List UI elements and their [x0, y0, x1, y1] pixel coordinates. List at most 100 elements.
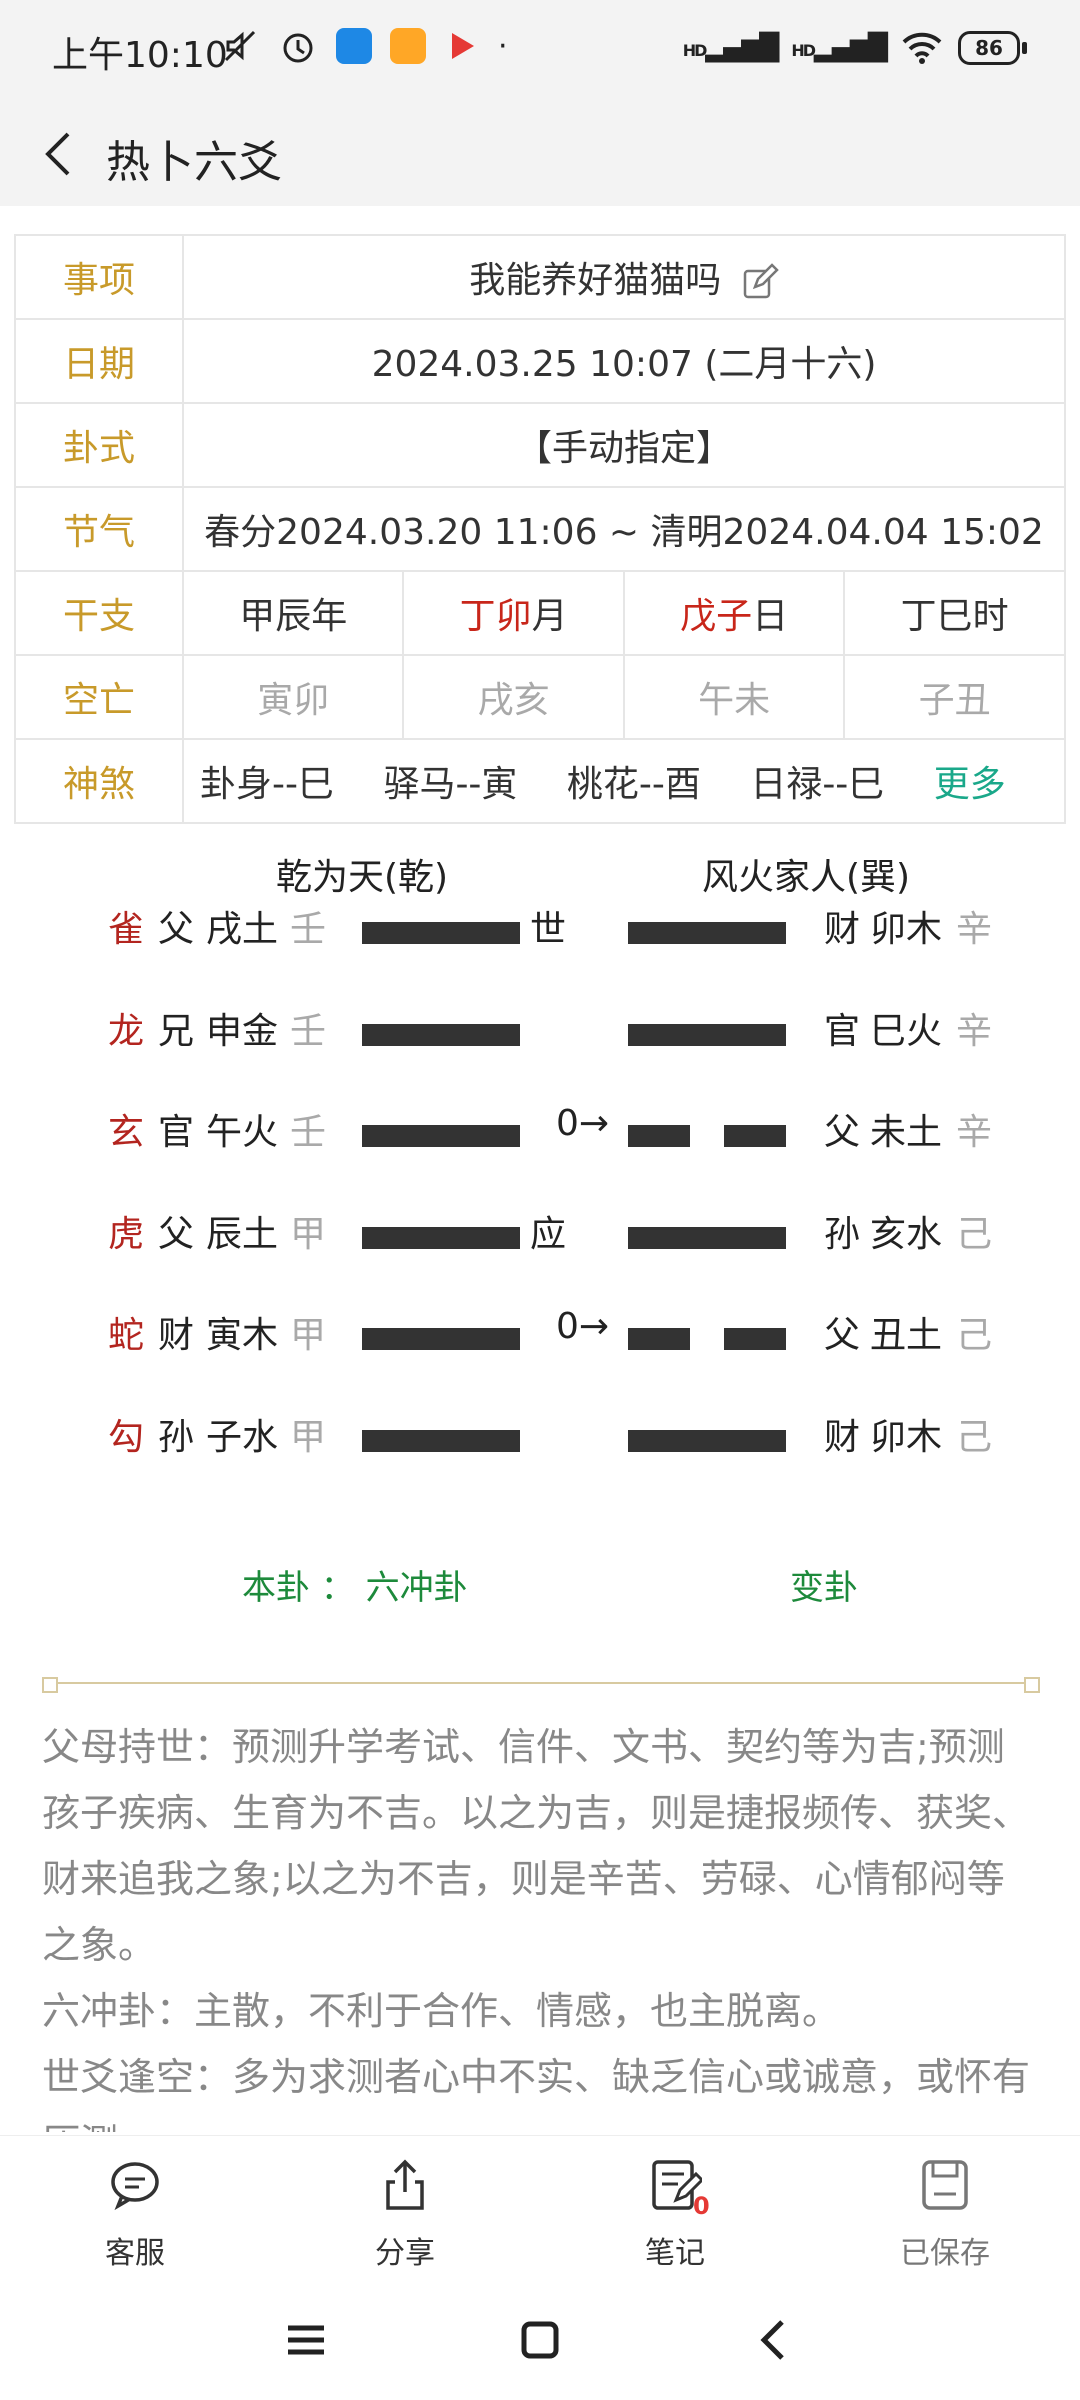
changed-branch: 未土 [870, 1112, 943, 1153]
stem: 甲 [290, 1315, 327, 1356]
method-value: 【手动指定】 [182, 402, 1066, 488]
hexagram-panel: 乾为天(乾) 风火家人(巽) 雀父戌土壬世财卯木辛龙兄申金壬官巳火辛玄官午火壬 0… [0, 820, 1080, 1610]
stem: 甲 [290, 1416, 327, 1458]
six-god: 蛇 [108, 1315, 145, 1356]
date-label: 日期 [14, 318, 184, 404]
service-button[interactable]: 客服 [0, 2136, 270, 2273]
branch: 辰土 [206, 1213, 279, 1255]
row-ganzhi: 干支 甲辰年 丁卯月 戊子日 丁巳时 [14, 570, 1066, 656]
home-icon[interactable] [512, 2312, 568, 2368]
main-yao-bar [362, 1023, 520, 1046]
solar-term-value: 春分2024.03.20 11:06 ~ 清明2024.04.04 15:02 [182, 486, 1066, 572]
branch: 午火 [206, 1112, 279, 1153]
save-icon [922, 2160, 968, 2210]
void-hour: 子丑 [843, 654, 1066, 740]
ganzhi-hour-gz: 丁巳 [900, 596, 973, 637]
shensha-item: 桃花--酉 [566, 764, 701, 805]
saved-button[interactable]: 已保存 [810, 2136, 1080, 2273]
share-icon [386, 2159, 424, 2210]
notes-count-badge: 0 [693, 2192, 710, 2220]
hexagram-line: 虎父辰土甲 应 孙亥水己 [0, 1205, 1080, 1275]
changed-relation: 官 [824, 1010, 861, 1052]
ganzhi-day-gz: 戊子 [680, 596, 753, 637]
status-right: HD▂▄▆█ HD▂▄▆█ 86 [682, 30, 1027, 66]
row-item: 事项 我能养好猫猫吗 [14, 234, 1066, 320]
bottom-toolbar: 客服 分享 0 笔记 已保存 [0, 2135, 1080, 2273]
back-button[interactable] [40, 128, 76, 188]
hexagram-line: 玄官午火壬 0→ 父未土辛 [0, 1103, 1080, 1173]
six-god: 玄 [108, 1112, 145, 1153]
analysis-paragraph: 世爻逢空：多为求测者心中不实、缺乏信心或诚意，或怀有压测 [42, 2055, 1031, 2132]
share-button[interactable]: 分享 [270, 2136, 540, 2273]
ganzhi-month-suffix: 月 [531, 596, 568, 637]
notes-label: 笔记 [645, 2236, 705, 2271]
changed-hexagram-foot: 变卦 [790, 1568, 858, 1608]
changed-hexagram-name: 风火家人(巽) [702, 857, 911, 898]
main-hexagram-name: 乾为天(乾) [276, 857, 449, 898]
six-god: 勾 [108, 1416, 145, 1458]
branch: 申金 [206, 1010, 279, 1052]
void-year: 寅卯 [181, 654, 405, 740]
shensha-values: 卦身--巳 驿马--寅 桃花--酉 日禄--巳 更多 [182, 738, 1066, 824]
changed-yao-bar [724, 1125, 786, 1147]
branch: 戌土 [206, 909, 279, 950]
stem: 壬 [290, 1010, 327, 1052]
ganzhi-day: 戊子日 [622, 570, 846, 656]
analysis-paragraph: 六冲卦：主散，不利于合作、情感，也主脱离。 [42, 1989, 841, 2033]
ganzhi-year: 甲辰年 [181, 570, 405, 656]
main-yao-bar [362, 1328, 520, 1350]
hexagram-line: 蛇财寅木甲 0→ 父丑土己 [0, 1306, 1080, 1376]
branch: 寅木 [206, 1315, 279, 1356]
app-notify-icon-orange [390, 28, 426, 64]
relation: 孙 [158, 1416, 195, 1458]
changed-branch: 丑土 [870, 1315, 943, 1356]
changed-yao-bar [628, 1226, 786, 1249]
ganzhi-label: 干支 [14, 570, 184, 656]
relation: 父 [158, 909, 195, 950]
changed-yao-bar [628, 922, 786, 944]
changed-yao-bar [628, 1023, 786, 1046]
changed-yao-bar [628, 1328, 690, 1350]
changed-relation: 孙 [824, 1213, 861, 1255]
notes-button[interactable]: 0 笔记 [540, 2136, 810, 2273]
saved-label: 已保存 [900, 2236, 990, 2271]
service-label: 客服 [105, 2236, 165, 2271]
ganzhi-month: 丁卯月 [402, 570, 625, 656]
hexagram-line: 龙兄申金壬 官巳火辛 [0, 1002, 1080, 1072]
analysis-paragraph: 父母持世：预测升学考试、信件、文书、契约等为吉;预测孩子疾病、生育为不吉。以之为… [42, 1725, 1031, 1967]
row-method: 卦式 【手动指定】 [14, 402, 1066, 488]
item-value-cell: 我能养好猫猫吗 [182, 234, 1066, 320]
back-nav-icon[interactable] [746, 2312, 802, 2368]
changed-branch: 卯木 [870, 1416, 943, 1458]
yao-mark: 世 [530, 909, 567, 950]
stem: 壬 [290, 1112, 327, 1153]
app-notify-icon-blue [336, 28, 372, 64]
changed-stem: 己 [956, 1416, 993, 1458]
hexagram-line: 勾孙子水甲 财卯木己 [0, 1408, 1080, 1478]
app-header: 热卜六爻 [0, 100, 1080, 206]
changed-yao-bar [628, 1125, 690, 1147]
shensha-more-link[interactable]: 更多 [934, 764, 1006, 805]
stem: 甲 [290, 1213, 327, 1255]
row-solar-term: 节气 春分2024.03.20 11:06 ~ 清明2024.04.04 15:… [14, 486, 1066, 572]
six-god: 龙 [108, 1010, 145, 1052]
stem: 壬 [290, 909, 327, 950]
date-value: 2024.03.25 10:07 (二月十六) [182, 318, 1066, 404]
row-void: 空亡 寅卯 戌亥 午未 子丑 [14, 654, 1066, 740]
yao-mark: 应 [530, 1213, 567, 1255]
battery-indicator: 86 [958, 31, 1027, 65]
edit-icon[interactable] [741, 263, 779, 301]
hexagram-line: 雀父戌土壬 世 财卯木辛 [0, 900, 1080, 970]
ganzhi-year-suffix: 年 [311, 596, 348, 637]
ganzhi-year-gz: 甲辰 [239, 596, 312, 637]
changed-relation: 财 [824, 1416, 861, 1458]
menu-icon[interactable] [278, 2312, 334, 2368]
ganzhi-hour-suffix: 时 [972, 596, 1009, 637]
ganzhi-hour: 丁巳时 [843, 570, 1066, 656]
relation: 父 [158, 1213, 195, 1255]
main-hexagram-foot: 本卦 ： 六冲卦 [242, 1568, 468, 1608]
play-icon [452, 33, 474, 59]
item-label: 事项 [14, 234, 184, 320]
shensha-item: 日禄--巳 [750, 764, 885, 805]
signal-icon: HD▂▄▆█ [682, 33, 780, 63]
